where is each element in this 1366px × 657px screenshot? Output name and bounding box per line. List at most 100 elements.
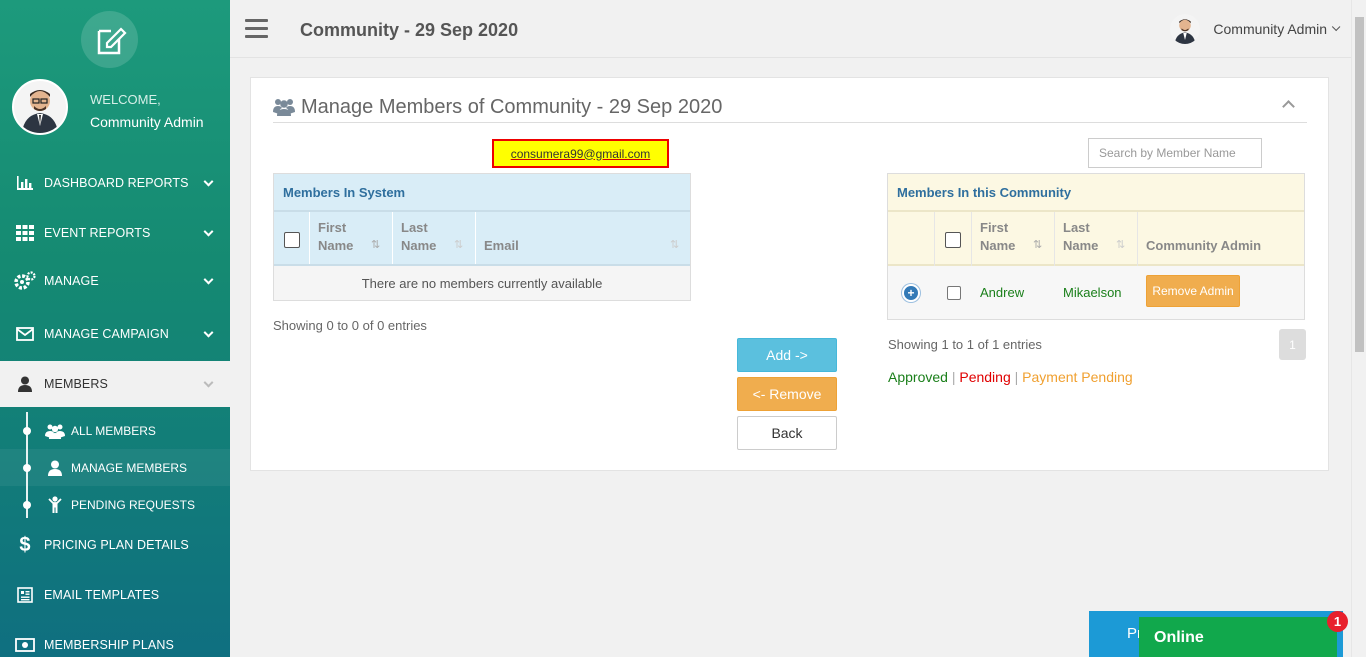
sidebar-item-label: EMAIL TEMPLATES — [44, 588, 160, 602]
panel-title: Manage Members of Community - 29 Sep 202… — [301, 95, 723, 118]
bar-chart-icon — [14, 175, 36, 191]
column-header-last-name[interactable]: Last Name — [401, 219, 436, 255]
sidebar-item-pricing-plan-details[interactable]: $ PRICING PLAN DETAILS — [0, 522, 230, 568]
users-icon — [273, 99, 295, 116]
sidebar-item-label: MANAGE CAMPAIGN — [44, 327, 169, 341]
select-all-checkbox[interactable] — [945, 232, 961, 248]
grid-icon — [14, 225, 36, 241]
sort-icon[interactable]: ⇅ — [670, 238, 679, 251]
welcome-user-name: Community Admin — [90, 114, 204, 130]
welcome-label: WELCOME, — [90, 92, 161, 107]
user-menu[interactable]: Community Admin — [1170, 14, 1341, 44]
pagination-page-1[interactable]: 1 — [1279, 329, 1306, 360]
sidebar-item-label: DASHBOARD REPORTS — [44, 176, 189, 190]
sidebar-subitem-pending-requests[interactable]: PENDING REQUESTS — [0, 486, 230, 523]
sidebar-subitem-all-members[interactable]: ALL MEMBERS — [0, 412, 230, 449]
dollar-icon: $ — [19, 533, 31, 556]
sidebar-item-dashboard-reports[interactable]: DASHBOARD REPORTS — [0, 160, 230, 206]
legend-pending: Pending — [959, 369, 1011, 385]
top-bar: Community - 29 Sep 2020 Community Admin — [230, 0, 1351, 58]
bullet-dot — [23, 426, 31, 435]
sort-asc-icon[interactable]: ⇅ — [1033, 238, 1042, 251]
chevron-down-icon — [203, 377, 214, 388]
chevron-down-icon — [1331, 22, 1341, 32]
sidebar-item-email-templates[interactable]: EMAIL TEMPLATES — [0, 572, 230, 618]
sidebar-item-manage-campaign[interactable]: MANAGE CAMPAIGN — [0, 311, 230, 357]
user-icon — [44, 460, 66, 476]
sidebar-item-members[interactable]: MEMBERS — [0, 361, 230, 407]
child-icon — [44, 496, 66, 513]
sidebar-subitem-label: MANAGE MEMBERS — [71, 460, 188, 475]
sidebar-subitem-label: ALL MEMBERS — [71, 423, 156, 438]
search-member-input[interactable] — [1088, 138, 1262, 168]
bullet-dot — [23, 500, 31, 509]
avatar — [12, 79, 68, 135]
remove-admin-button[interactable]: Remove Admin — [1146, 275, 1240, 307]
chevron-down-icon — [203, 274, 214, 285]
table-caption: Members In System — [274, 174, 690, 210]
edit-document-icon — [97, 26, 127, 54]
members-in-system-table: Members In System First Name ⇅ Last Name… — [273, 173, 691, 301]
highlighted-email-text: consumera99@gmail.com — [510, 146, 651, 161]
sort-icon[interactable]: ⇅ — [1116, 238, 1125, 251]
chevron-down-icon — [203, 226, 214, 237]
legend-separator: | — [951, 369, 956, 385]
remove-button[interactable]: <- Remove — [737, 377, 837, 411]
logo[interactable] — [81, 11, 138, 68]
status-legend: Approved | Pending | Payment Pending — [888, 369, 1133, 385]
expand-plus-icon[interactable]: + — [902, 284, 920, 302]
sidebar-item-label: MEMBERS — [44, 377, 108, 391]
column-header-first-name[interactable]: First Name — [980, 219, 1015, 255]
notification-badge: 1 — [1327, 611, 1348, 632]
gears-icon — [14, 271, 36, 291]
column-header-last-name[interactable]: Last Name — [1063, 219, 1098, 255]
legend-approved: Approved — [888, 369, 948, 385]
sidebar-item-label: EVENT REPORTS — [44, 226, 151, 240]
column-header-email[interactable]: Email — [484, 237, 519, 255]
user-icon — [14, 376, 36, 392]
row-checkbox[interactable] — [947, 286, 961, 300]
scrollbar-thumb[interactable] — [1355, 17, 1364, 352]
scrollbar[interactable] — [1351, 0, 1366, 657]
legend-separator: | — [1014, 369, 1019, 385]
hamburger-menu-icon[interactable] — [245, 19, 268, 38]
community-table-info: Showing 1 to 1 of 1 entries — [888, 337, 1042, 352]
sidebar-item-event-reports[interactable]: EVENT REPORTS — [0, 210, 230, 256]
legend-payment-pending: Payment Pending — [1022, 369, 1133, 385]
page-title: Community - 29 Sep 2020 — [300, 20, 519, 40]
chevron-up-icon[interactable] — [1282, 100, 1295, 113]
sidebar-subitem-label: PENDING REQUESTS — [71, 497, 196, 512]
column-header-community-admin[interactable]: Community Admin — [1146, 237, 1261, 255]
add-button[interactable]: Add -> — [737, 338, 837, 372]
sidebar-item-label: PRICING PLAN DETAILS — [44, 538, 189, 552]
sidebar-item-manage[interactable]: MANAGE — [0, 258, 230, 304]
money-icon — [14, 638, 36, 652]
sidebar-item-label: MEMBERSHIP PLANS — [44, 638, 174, 652]
manage-members-panel: Manage Members of Community - 29 Sep 202… — [250, 77, 1329, 471]
avatar — [1170, 14, 1201, 44]
users-icon — [44, 423, 66, 439]
sidebar: WELCOME, Community Admin DASHBOARD REPOR… — [0, 0, 230, 657]
back-button[interactable]: Back — [737, 416, 837, 450]
highlighted-email: consumera99@gmail.com — [492, 139, 669, 168]
select-all-checkbox[interactable] — [284, 232, 300, 248]
online-chat-widget[interactable]: Online — [1139, 617, 1337, 657]
sort-icon[interactable]: ⇅ — [454, 238, 463, 251]
member-first-name: Andrew — [980, 285, 1025, 300]
chevron-down-icon — [203, 327, 214, 338]
sort-asc-icon[interactable]: ⇅ — [371, 238, 380, 251]
envelope-icon — [14, 327, 36, 341]
member-last-name: Mikaelson — [1063, 285, 1122, 300]
bullet-dot — [23, 463, 31, 472]
column-header-first-name[interactable]: First Name — [318, 219, 353, 255]
sidebar-item-membership-plans[interactable]: MEMBERSHIP PLANS — [0, 622, 230, 657]
sidebar-item-label: MANAGE — [44, 274, 99, 288]
system-table-info: Showing 0 to 0 of 0 entries — [273, 318, 427, 333]
chevron-down-icon — [203, 176, 214, 187]
newspaper-icon — [14, 587, 36, 603]
empty-table-message: There are no members currently available — [274, 266, 690, 300]
user-name: Community Admin — [1213, 21, 1327, 37]
panel-header: Manage Members of Community - 29 Sep 202… — [273, 92, 1307, 123]
sidebar-subitem-manage-members[interactable]: MANAGE MEMBERS — [0, 449, 230, 486]
table-caption: Members In this Community — [888, 174, 1304, 210]
